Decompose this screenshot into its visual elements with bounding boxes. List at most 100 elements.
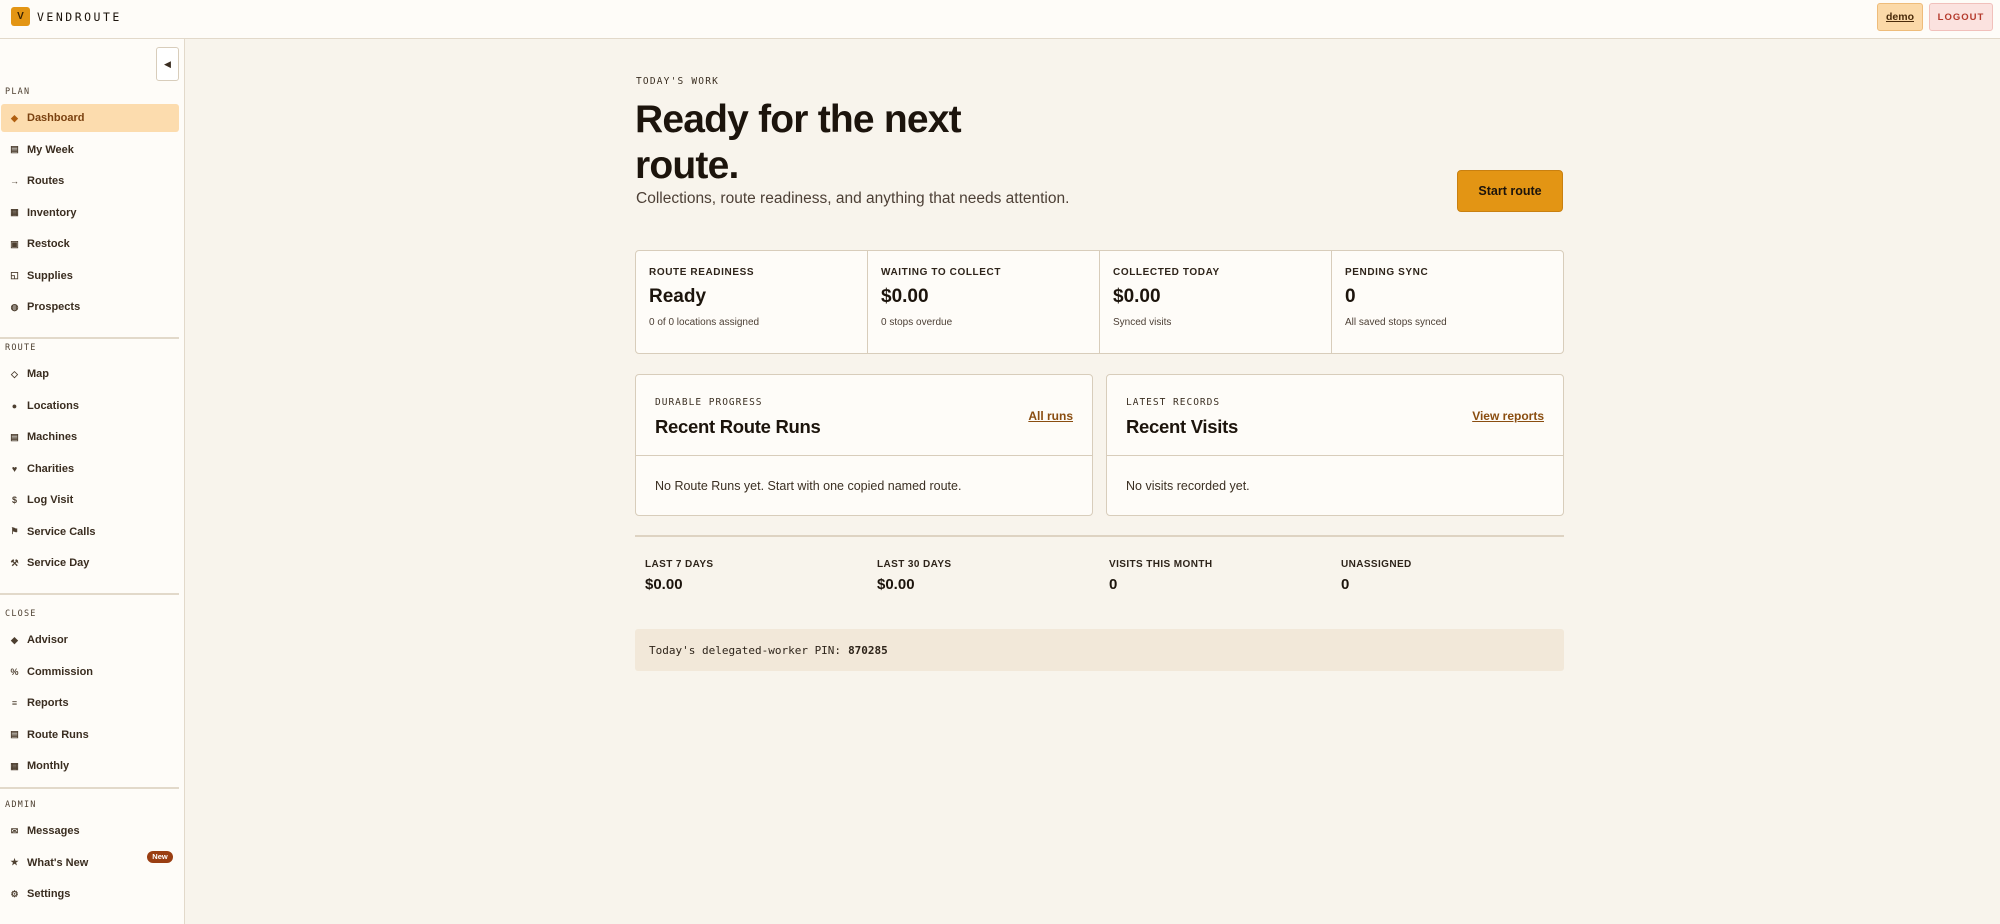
panel-title: Recent Route Runs (655, 416, 821, 437)
panel-empty-text: No visits recorded yet. (1126, 479, 1250, 493)
stat-route-readiness: ROUTE READINESS Ready 0 of 0 locations a… (636, 251, 868, 353)
sidebar-item-dashboard[interactable]: ◆ Dashboard (1, 104, 179, 132)
sidebar-item-my-week[interactable]: ▤ My Week (1, 136, 179, 164)
messages-icon: ✉ (10, 825, 19, 836)
sidebar-item-label: Inventory (27, 206, 77, 219)
summary-last-30-days: LAST 30 DAYS $0.00 (877, 559, 951, 593)
stat-subtext: All saved stops synced (1345, 317, 1447, 328)
logout-button[interactable]: LOGOUT (1929, 3, 1993, 31)
sidebar-item-locations[interactable]: ● Locations (1, 392, 179, 420)
sidebar-item-label: Dashboard (27, 112, 85, 124)
start-route-button[interactable]: Start route (1457, 170, 1563, 212)
sidebar-item-log-visit[interactable]: $ Log Visit (1, 486, 179, 514)
settings-icon: ⚙ (10, 888, 19, 899)
locations-icon: ● (11, 400, 18, 411)
collapse-sidebar-button[interactable]: ◀ (156, 47, 179, 81)
panel-eyebrow: LATEST RECORDS (1126, 397, 1221, 408)
log-visit-icon: $ (11, 495, 17, 505)
summary-label: UNASSIGNED (1341, 559, 1412, 570)
brand-logo-icon: V (11, 7, 30, 26)
map-icon: ◇ (11, 368, 18, 379)
nav-divider (0, 787, 179, 789)
sidebar-item-inventory[interactable]: ▦ Inventory (1, 199, 179, 227)
stat-label: WAITING TO COLLECT (881, 267, 1002, 278)
sidebar-item-advisor[interactable]: ◆ Advisor (1, 626, 179, 654)
pin-value: 870285 (848, 643, 888, 657)
panel-empty-text: No Route Runs yet. Start with one copied… (655, 479, 962, 493)
view-reports-link[interactable]: View reports (1472, 409, 1544, 423)
nav-divider (0, 337, 179, 339)
sidebar-item-map[interactable]: ◇ Map (1, 360, 179, 388)
stats-card: ROUTE READINESS Ready 0 of 0 locations a… (635, 250, 1564, 354)
sidebar-item-route-runs[interactable]: ▤ Route Runs (1, 721, 179, 749)
nav-section-title: ADMIN (5, 800, 37, 810)
what-s-new-icon: ★ (10, 857, 19, 867)
sidebar-item-label: What's New (27, 856, 89, 869)
summary-label: VISITS THIS MONTH (1109, 559, 1213, 570)
sidebar-item-label: Service Calls (27, 525, 96, 538)
sidebar-item-label: Service Day (27, 557, 90, 569)
sidebar-item-reports[interactable]: ≡ Reports (1, 689, 179, 717)
stat-subtext: 0 stops overdue (881, 317, 953, 328)
sidebar-item-label: Advisor (27, 634, 68, 646)
sidebar-item-prospects[interactable]: ◍ Prospects (1, 293, 179, 321)
stat-value: $0.00 (881, 286, 929, 307)
charities-icon: ♥ (11, 463, 18, 474)
reports-icon: ≡ (11, 698, 18, 708)
sidebar-item-label: Restock (27, 238, 70, 250)
page-title: Ready for the next route. (635, 98, 962, 187)
sidebar-item-routes[interactable]: → Routes (1, 167, 179, 195)
section-divider (635, 535, 1564, 537)
stat-collected-today: COLLECTED TODAY $0.00 Synced visits (1100, 251, 1332, 353)
summary-visits-this-month: VISITS THIS MONTH 0 (1109, 559, 1212, 593)
prospects-icon: ◍ (10, 301, 19, 312)
panel-header: LATEST RECORDS Recent Visits View report… (1107, 375, 1563, 456)
sidebar-item-label: Locations (27, 399, 79, 412)
sidebar-item-label: Prospects (27, 301, 81, 313)
sidebar-item-settings[interactable]: ⚙ Settings (1, 880, 179, 908)
sidebar-item-label: Supplies (27, 269, 73, 282)
sidebar-item-service-calls[interactable]: ⚑ Service Calls (1, 518, 179, 546)
sidebar-item-label: Commission (27, 665, 94, 678)
nav-section-title: ROUTE (5, 343, 37, 353)
all-runs-link[interactable]: All runs (1028, 409, 1073, 423)
stat-subtext: 0 of 0 locations assigned (649, 317, 760, 328)
panel-header: DURABLE PROGRESS Recent Route Runs All r… (636, 375, 1092, 456)
nav-section-title: PLAN (5, 87, 31, 97)
sidebar-item-label: Machines (27, 431, 78, 443)
brand[interactable]: V VENDROUTE (11, 7, 122, 26)
summary-last-7-days: LAST 7 DAYS $0.00 (645, 559, 714, 593)
collapse-icon: ◀ (164, 58, 171, 69)
commission-icon: % (10, 666, 19, 677)
sidebar-item-label: Routes (27, 175, 65, 187)
sidebar-item-charities[interactable]: ♥ Charities (1, 455, 179, 483)
stat-subtext: Synced visits (1113, 317, 1172, 328)
routes-icon: → (10, 176, 19, 186)
sidebar-item-restock[interactable]: ▣ Restock (1, 230, 179, 258)
user-button[interactable]: demo (1877, 3, 1923, 31)
sidebar-item-label: Settings (27, 888, 71, 900)
recent-visits-panel: LATEST RECORDS Recent Visits View report… (1106, 374, 1564, 516)
sidebar-item-label: Log Visit (27, 494, 74, 506)
sidebar-item-label: Map (27, 368, 49, 380)
new-badge: New (147, 850, 173, 863)
top-bar: V VENDROUTE demo LOGOUT (0, 0, 2000, 39)
stat-value: Ready (649, 286, 707, 307)
summary-value: 0 (1341, 576, 1350, 593)
route-runs-icon: ▤ (10, 729, 19, 739)
sidebar-item-service-day[interactable]: ⚒ Service Day (1, 549, 179, 577)
sidebar-item-commission[interactable]: % Commission (1, 658, 179, 686)
service-calls-icon: ⚑ (10, 526, 19, 536)
stat-waiting-to-collect: WAITING TO COLLECT $0.00 0 stops overdue (868, 251, 1100, 353)
my-week-icon: ▤ (10, 144, 19, 154)
sidebar: ◀ PLAN ◆ Dashboard ▤ My Week → Routes ▦ Inventor… (0, 39, 185, 924)
sidebar-item-label: Messages (27, 825, 80, 837)
sidebar-item-machines[interactable]: ▤ Machines (1, 423, 179, 451)
sidebar-item-label: Charities (27, 462, 75, 475)
sidebar-item-monthly[interactable]: ▦ Monthly (1, 752, 179, 780)
summary-value: 0 (1109, 576, 1118, 593)
sidebar-item-label: Route Runs (27, 728, 89, 741)
sidebar-item-messages[interactable]: ✉ Messages (1, 817, 179, 845)
summary-label: LAST 7 DAYS (645, 559, 714, 570)
sidebar-item-supplies[interactable]: ◱ Supplies (1, 262, 179, 290)
